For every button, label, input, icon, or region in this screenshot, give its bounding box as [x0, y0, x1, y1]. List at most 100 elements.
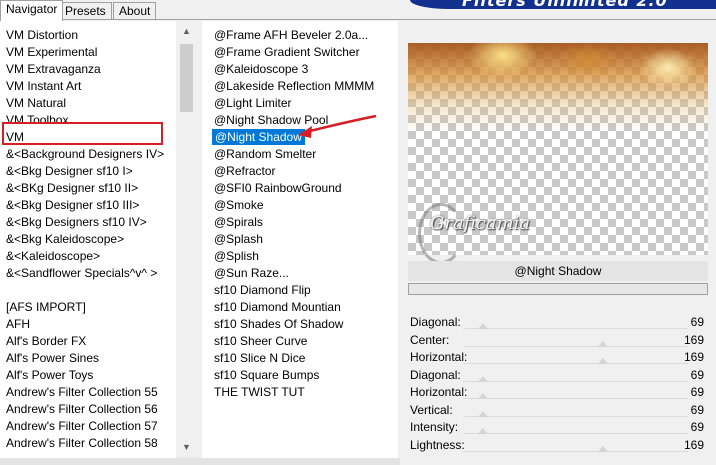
filter-item[interactable]: sf10 Square Bumps	[214, 367, 319, 383]
category-item[interactable]: &<Sandflower Specials^v^ >	[6, 265, 157, 281]
slider-thumb[interactable]	[598, 445, 608, 452]
slider-track[interactable]	[463, 415, 688, 417]
slider-track[interactable]	[463, 450, 688, 452]
category-item[interactable]: Alf's Power Toys	[6, 367, 93, 383]
filter-item[interactable]: @Random Smelter	[214, 146, 316, 162]
category-item[interactable]: &<Bkg Designer sf10 I>	[6, 163, 133, 179]
slider-track[interactable]	[463, 398, 688, 399]
filter-list[interactable]: @Frame AFH Beveler 2.0a... @Frame Gradien…	[202, 21, 398, 458]
category-item[interactable]: Andrew's Filter Collection 55	[6, 384, 158, 400]
slider-track[interactable]	[463, 345, 688, 347]
slider-row[interactable]: Center: 169	[408, 332, 708, 349]
selected-filter-name: @Night Shadow	[408, 261, 708, 281]
slider-row[interactable]: Vertical: 69	[408, 402, 708, 419]
filter-item[interactable]: THE TWIST TUT	[214, 384, 305, 400]
slider-value: 69	[690, 402, 704, 417]
slider-thumb[interactable]	[478, 393, 488, 399]
slider-value: 69	[690, 420, 704, 434]
filter-item[interactable]: sf10 Shades Of Shadow	[214, 316, 343, 332]
app-banner: Filters Unlimited 2.0	[410, 0, 716, 9]
category-item[interactable]: &<Kaleidoscope>	[6, 248, 100, 264]
filter-item[interactable]: @Light Limiter	[214, 95, 292, 111]
filter-item[interactable]: @Spirals	[214, 214, 263, 230]
filter-item[interactable]: @Sun Raze...	[214, 265, 289, 281]
filter-item[interactable]: @Splash	[214, 231, 263, 247]
slider-track[interactable]	[463, 433, 688, 434]
slider-thumb[interactable]	[598, 358, 608, 364]
filter-item[interactable]: @Splish	[214, 248, 259, 264]
category-item[interactable]: VM Distortion	[6, 27, 78, 43]
slider-track[interactable]	[463, 328, 688, 329]
category-item[interactable]: VM Instant Art	[6, 78, 81, 94]
category-item[interactable]: VM Extravaganza	[6, 61, 101, 77]
slider-label: Diagonal:	[410, 315, 461, 329]
tab-navigator[interactable]: Navigator	[0, 0, 64, 21]
category-item[interactable]: Andrew's Filter Collection 58	[6, 435, 158, 451]
category-item[interactable]: &<Bkg Designers sf10 IV>	[6, 214, 147, 230]
filter-item[interactable]: @Smoke	[214, 197, 264, 213]
slider-row[interactable]: Diagonal: 69	[408, 367, 708, 384]
tab-strip: Navigator Presets About	[0, 0, 400, 21]
category-scrollbar[interactable]: ▲ ▼	[178, 21, 195, 458]
category-item[interactable]: Alf's Border FX	[6, 333, 86, 349]
slider-row[interactable]: Diagonal: 69	[408, 314, 708, 331]
slider-thumb[interactable]	[478, 410, 488, 417]
slider-thumb[interactable]	[478, 375, 488, 382]
banner-title: Filters Unlimited 2.0	[462, 0, 668, 9]
slider-track[interactable]	[463, 380, 688, 382]
slider-label: Horizontal:	[410, 385, 468, 399]
scroll-thumb[interactable]	[180, 44, 193, 112]
slider-label: Center:	[410, 332, 450, 347]
slider-label: Horizontal:	[410, 350, 468, 364]
category-item[interactable]: &<Bkg Designer sf10 III>	[6, 197, 139, 213]
slider-row[interactable]: Lightness: 169	[408, 437, 708, 454]
category-item[interactable]: &<Bkg Kaleidoscope>	[6, 231, 124, 247]
slider-thumb[interactable]	[478, 428, 488, 434]
filter-item[interactable]: @SFI0 RainbowGround	[214, 180, 342, 196]
category-item[interactable]: Alf's Power Sines	[6, 350, 99, 366]
light-spot	[638, 48, 698, 88]
filter-item-selected[interactable]: @Night Shadow	[212, 129, 305, 145]
filter-item[interactable]: @Frame Gradient Switcher	[214, 44, 360, 60]
slider-label: Diagonal:	[410, 367, 461, 382]
horizontal-scrollbar[interactable]	[0, 458, 400, 465]
slider-value: 169	[683, 350, 704, 364]
red-arrow-icon	[298, 114, 377, 138]
category-item[interactable]: AFH	[6, 316, 30, 332]
slider-value: 69	[690, 385, 704, 399]
category-list[interactable]: VM Distortion VM Experimental VM Extravaga…	[0, 21, 176, 458]
slider-value: 69	[690, 367, 704, 382]
tab-about[interactable]: About	[113, 2, 157, 20]
slider-row[interactable]: Intensity: 69	[408, 419, 708, 436]
filter-item[interactable]: @Kaleidoscope 3	[214, 61, 308, 77]
slider-label: Vertical:	[410, 402, 453, 417]
slider-label: Intensity:	[410, 420, 459, 434]
scroll-up-icon[interactable]: ▲	[178, 23, 195, 40]
filter-item[interactable]: @Refractor	[214, 163, 276, 179]
slider-row[interactable]: Horizontal: 69	[408, 384, 708, 401]
watermark-text: Graficamia	[430, 213, 531, 234]
category-item[interactable]: VM Natural	[6, 95, 66, 111]
slider-thumb[interactable]	[478, 323, 488, 329]
progress-bar	[408, 283, 708, 295]
filter-item[interactable]: sf10 Diamond Flip	[214, 282, 311, 298]
filter-item[interactable]: @Frame AFH Beveler 2.0a...	[214, 27, 368, 43]
filter-item[interactable]: sf10 Slice N Dice	[214, 350, 305, 366]
slider-track[interactable]	[463, 363, 688, 364]
watermark-logo: Graficamia	[418, 203, 538, 264]
filter-item[interactable]: sf10 Diamond Mountian	[214, 299, 341, 315]
category-item[interactable]: Andrew's Filter Collection 57	[6, 418, 158, 434]
slider-thumb[interactable]	[598, 340, 608, 347]
category-item[interactable]: Andrew's Filter Collection 56	[6, 401, 158, 417]
scroll-down-icon[interactable]: ▼	[178, 439, 195, 456]
tab-presets[interactable]: Presets	[59, 2, 112, 20]
category-item[interactable]: &<Background Designers IV>	[6, 146, 164, 162]
filter-item[interactable]: sf10 Sheer Curve	[214, 333, 307, 349]
category-item[interactable]: &<BKg Designer sf10 II>	[6, 180, 138, 196]
category-item[interactable]: VM Experimental	[6, 44, 97, 60]
filter-item[interactable]: @Lakeside Reflection MMMM	[214, 78, 374, 94]
category-item[interactable]: [AFS IMPORT]	[6, 299, 86, 315]
slider-value: 69	[690, 315, 704, 329]
slider-row[interactable]: Horizontal: 169	[408, 349, 708, 366]
slider-value: 169	[683, 332, 704, 347]
